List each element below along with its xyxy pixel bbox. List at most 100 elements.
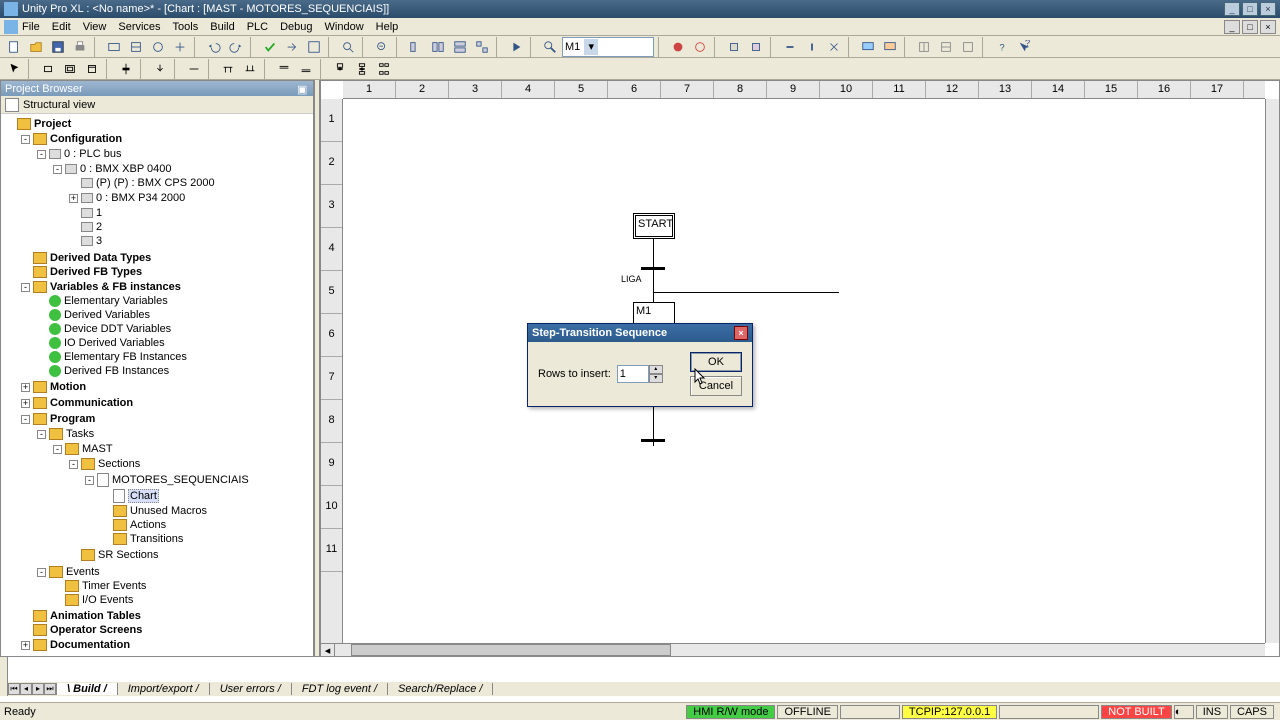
sfc-step-start[interactable]: START — [633, 213, 675, 239]
vertical-scrollbar[interactable] — [1265, 99, 1279, 643]
tool-b-icon[interactable] — [126, 37, 146, 57]
mon1-icon[interactable] — [858, 37, 878, 57]
step3-icon[interactable] — [780, 37, 800, 57]
tree-ioderiv[interactable]: IO Derived Variables — [64, 337, 165, 349]
menu-tools[interactable]: Tools — [173, 21, 199, 33]
mdi-restore-button[interactable]: □ — [1242, 20, 1258, 34]
sfc-transition[interactable] — [641, 439, 665, 442]
tree-elemvars[interactable]: Elementary Variables — [64, 295, 168, 307]
sfc-altjoin-icon[interactable] — [240, 59, 260, 79]
bp-tab-build[interactable]: Build — [73, 683, 101, 695]
tree-dfb[interactable]: Derived FB Types — [50, 266, 142, 278]
chevron-down-icon[interactable]: ▾ — [584, 39, 598, 55]
rows-input[interactable]: 1 — [617, 365, 649, 383]
tool-a-icon[interactable] — [104, 37, 124, 57]
close-button[interactable]: × — [1260, 2, 1276, 16]
pointer-icon[interactable] — [4, 59, 24, 79]
sfc-seq2-icon[interactable] — [352, 59, 372, 79]
sfc-seq1-icon[interactable] — [330, 59, 350, 79]
sfc-link-icon[interactable] — [184, 59, 204, 79]
mdi-close-button[interactable]: × — [1260, 20, 1276, 34]
tree-slot3[interactable]: 3 — [96, 235, 102, 247]
tree-sr[interactable]: SR Sections — [98, 549, 159, 561]
menu-file[interactable]: File — [22, 21, 40, 33]
tree-slot1[interactable]: 1 — [96, 207, 102, 219]
help-icon[interactable]: ? — [992, 37, 1012, 57]
tree-chart[interactable]: Chart — [128, 489, 159, 503]
bp-last-icon[interactable]: ⏭ — [44, 683, 56, 695]
tree-anim[interactable]: Animation Tables — [50, 610, 141, 622]
tree-unused[interactable]: Unused Macros — [130, 505, 207, 517]
print-icon[interactable] — [70, 37, 90, 57]
bp-tab-search[interactable]: Search/Replace — [398, 683, 476, 695]
step2-icon[interactable] — [746, 37, 766, 57]
menu-services[interactable]: Services — [118, 21, 160, 33]
undo-icon[interactable] — [204, 37, 224, 57]
sfc-parbranch2-icon[interactable] — [296, 59, 316, 79]
w2-icon[interactable] — [428, 37, 448, 57]
sfc-initstep-icon[interactable] — [60, 59, 80, 79]
tree-oper[interactable]: Operator Screens — [50, 624, 142, 636]
new-icon[interactable] — [4, 37, 24, 57]
open-icon[interactable] — [26, 37, 46, 57]
bp-first-icon[interactable]: ⏮ — [8, 683, 20, 695]
goto-icon[interactable] — [282, 37, 302, 57]
g3-icon[interactable] — [958, 37, 978, 57]
animation-icon[interactable] — [506, 37, 526, 57]
whatsthis-icon[interactable]: ? — [1014, 37, 1034, 57]
tree-plcbus[interactable]: 0 : PLC bus — [64, 148, 121, 160]
tree-transitions[interactable]: Transitions — [130, 533, 183, 545]
bp-tab-fdt[interactable]: FDT log event — [302, 683, 371, 695]
cancel-button[interactable]: Cancel — [690, 376, 742, 396]
project-tree[interactable]: Project -Configuration -0 : PLC bus -0 :… — [1, 114, 313, 673]
tree-derivfbi[interactable]: Derived FB Instances — [64, 365, 169, 377]
spin-up-icon[interactable]: ▴ — [649, 365, 663, 374]
zoom-in-icon[interactable] — [338, 37, 358, 57]
horizontal-scrollbar[interactable]: ◂ — [321, 643, 1265, 657]
sfc-altbranch-icon[interactable] — [218, 59, 238, 79]
tree-vars[interactable]: Variables & FB instances — [50, 281, 181, 293]
tree-events[interactable]: Events — [66, 566, 100, 578]
menu-build[interactable]: Build — [210, 21, 234, 33]
tree-docu[interactable]: Documentation — [50, 639, 130, 651]
menu-plc[interactable]: PLC — [247, 21, 268, 33]
w1-icon[interactable] — [406, 37, 426, 57]
tree-elemfbi[interactable]: Elementary FB Instances — [64, 351, 187, 363]
redo-icon[interactable] — [226, 37, 246, 57]
w4-icon[interactable] — [472, 37, 492, 57]
bp1-icon[interactable] — [668, 37, 688, 57]
find-dropdown[interactable]: M1 ▾ — [562, 37, 654, 57]
validate-icon[interactable] — [260, 37, 280, 57]
tree-ddt[interactable]: Derived Data Types — [50, 252, 151, 264]
bp-next-icon[interactable]: ▸ — [32, 683, 44, 695]
sfc-transition-icon[interactable] — [116, 59, 136, 79]
tree-timerev[interactable]: Timer Events — [82, 580, 146, 592]
g1-icon[interactable] — [914, 37, 934, 57]
tree-actions[interactable]: Actions — [130, 519, 166, 531]
tree-motion[interactable]: Motion — [50, 381, 86, 393]
tree-cps[interactable]: (P) (P) : BMX CPS 2000 — [96, 177, 215, 189]
menu-debug[interactable]: Debug — [280, 21, 312, 33]
sfc-jump-icon[interactable] — [150, 59, 170, 79]
tree-slot2[interactable]: 2 — [96, 221, 102, 233]
find-icon[interactable] — [540, 37, 560, 57]
tree-rack[interactable]: 0 : BMX XBP 0400 — [80, 163, 172, 175]
tree-sections[interactable]: Sections — [98, 458, 140, 470]
sfc-seq3-icon[interactable] — [374, 59, 394, 79]
minimize-button[interactable]: _ — [1224, 2, 1240, 16]
maximize-button[interactable]: □ — [1242, 2, 1258, 16]
bp-tab-impexp[interactable]: Import/export — [128, 683, 193, 695]
save-icon[interactable] — [48, 37, 68, 57]
tree-tasks[interactable]: Tasks — [66, 428, 94, 440]
w3-icon[interactable] — [450, 37, 470, 57]
sfc-canvas[interactable]: START LIGA M1 — [343, 99, 1265, 643]
tree-mast[interactable]: MAST — [82, 443, 113, 455]
tool-c-icon[interactable] — [148, 37, 168, 57]
panel-close-icon[interactable]: ▣ — [297, 83, 309, 95]
tool-d-icon[interactable] — [170, 37, 190, 57]
sfc-step-icon[interactable] — [38, 59, 58, 79]
view-icon[interactable] — [5, 98, 19, 112]
bp-prev-icon[interactable]: ◂ — [20, 683, 32, 695]
zoom-out-icon[interactable] — [372, 37, 392, 57]
tree-configuration[interactable]: Configuration — [50, 133, 122, 145]
